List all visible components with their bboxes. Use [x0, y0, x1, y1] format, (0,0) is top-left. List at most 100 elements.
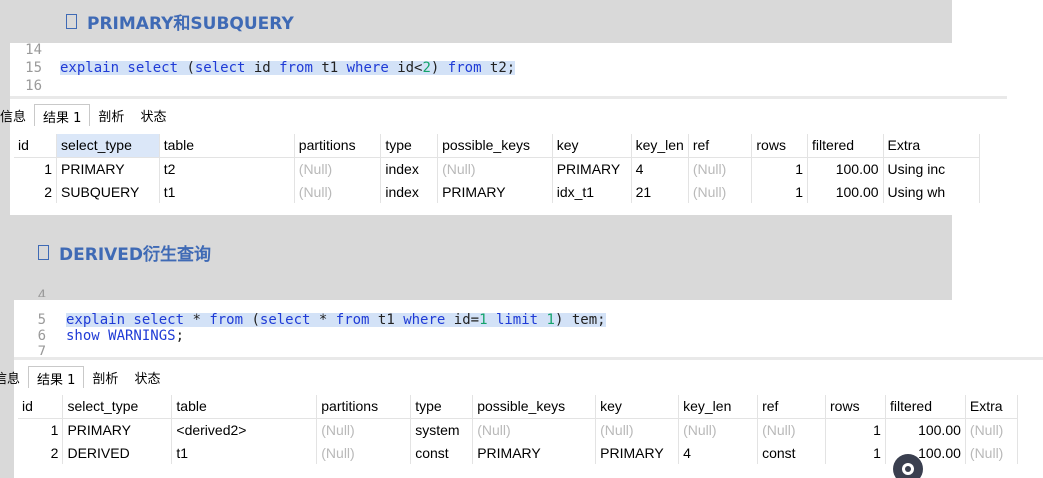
result-grid-1: id select_type table partitions type pos…	[14, 134, 981, 203]
line-number: 4	[37, 289, 46, 297]
cell-type[interactable]: index	[380, 157, 439, 180]
cell-ref[interactable]: const	[757, 441, 827, 464]
tab-status[interactable]: 状态	[132, 104, 174, 126]
column-header[interactable]: key_len	[631, 134, 689, 158]
cell-possible-keys[interactable]: PRIMARY	[437, 180, 553, 203]
column-header[interactable]: key_len	[678, 395, 759, 419]
cell-select-type[interactable]: DERIVED	[62, 441, 173, 464]
cell-key-len[interactable]: 4	[678, 441, 759, 464]
cell-partitions[interactable]: (Null)	[316, 441, 412, 464]
column-header[interactable]: rows	[825, 395, 886, 419]
column-header[interactable]: filtered	[885, 395, 966, 419]
cell-select-type[interactable]: SUBQUERY	[56, 180, 160, 203]
cell-possible-keys[interactable]: PRIMARY	[472, 441, 597, 464]
column-header[interactable]: key	[595, 395, 680, 419]
tab-info[interactable]: 信息	[0, 366, 28, 388]
column-header[interactable]: partitions	[316, 395, 412, 419]
tab-result-1[interactable]: 结果 1	[34, 104, 91, 126]
cell-key[interactable]: (Null)	[595, 418, 680, 441]
cell-key[interactable]: idx_t1	[552, 180, 632, 203]
cell-table[interactable]: t1	[171, 441, 318, 464]
cell-ref[interactable]: (Null)	[688, 180, 753, 203]
tab-profile[interactable]: 剖析	[90, 104, 132, 126]
cell-filtered[interactable]: 100.00	[807, 180, 884, 203]
column-header[interactable]: table	[159, 134, 295, 158]
cell-id[interactable]: 2	[18, 441, 64, 464]
sql-statement[interactable]: explain select (select id from t1 where …	[60, 61, 516, 75]
cell-select-type[interactable]: PRIMARY	[56, 157, 160, 180]
cell-key[interactable]: PRIMARY	[595, 441, 680, 464]
column-header[interactable]: id	[14, 134, 58, 158]
column-header[interactable]: rows	[751, 134, 809, 158]
column-header[interactable]: filtered	[807, 134, 884, 158]
column-header[interactable]: type	[380, 134, 439, 158]
cell-key-len[interactable]: 4	[631, 157, 689, 180]
table-row[interactable]: 2 DERIVED t1 (Null) const PRIMARY PRIMAR…	[18, 441, 1019, 464]
cell-type[interactable]: system	[410, 418, 474, 441]
splitter[interactable]	[10, 96, 1007, 99]
cell-select-type[interactable]: PRIMARY	[62, 418, 173, 441]
cell-rows[interactable]: 1	[825, 441, 886, 464]
cell-extra[interactable]: Using inc	[883, 157, 981, 180]
cell-table[interactable]: t2	[159, 157, 295, 180]
column-header[interactable]: possible_keys	[437, 134, 553, 158]
cell-rows[interactable]: 1	[751, 180, 809, 203]
cell-id[interactable]: 1	[18, 418, 64, 441]
cell-table[interactable]: <derived2>	[171, 418, 318, 441]
sql-editor-1[interactable]: 14 15 explain select (select id from t1 …	[10, 43, 1007, 95]
cell-ref[interactable]: (Null)	[688, 157, 753, 180]
floating-action-icon	[902, 463, 914, 475]
column-header[interactable]: type	[410, 395, 474, 419]
cell-extra[interactable]: Using wh	[883, 180, 981, 203]
cell-rows[interactable]: 1	[825, 418, 886, 441]
cell-filtered[interactable]: 100.00	[885, 418, 966, 441]
sql-editor-2[interactable]: 4 5 explain select * from (select * from…	[14, 289, 1043, 355]
cell-partitions[interactable]: (Null)	[294, 180, 382, 203]
cell-possible-keys[interactable]: (Null)	[437, 157, 553, 180]
cell-id[interactable]: 2	[14, 180, 58, 203]
cell-key-len[interactable]: (Null)	[678, 418, 759, 441]
section-title: DERIVED衍生查询	[59, 245, 212, 265]
cell-partitions[interactable]: (Null)	[294, 157, 382, 180]
sql-statement[interactable]: explain select * from (select * from t1 …	[66, 313, 606, 327]
column-header[interactable]: key	[552, 134, 632, 158]
cell-extra[interactable]: (Null)	[965, 441, 1019, 464]
cell-table[interactable]: t1	[159, 180, 295, 203]
line-number: 14	[25, 42, 42, 58]
result-tabs-2: 信息 结果 1 剖析 状态	[0, 366, 168, 388]
tab-profile[interactable]: 剖析	[84, 366, 126, 388]
line-number: 5	[37, 312, 46, 328]
tab-status[interactable]: 状态	[126, 366, 168, 388]
tab-info[interactable]: 信息	[0, 104, 34, 126]
table-row[interactable]: 2 SUBQUERY t1 (Null) index PRIMARY idx_t…	[14, 180, 981, 203]
cell-key[interactable]: PRIMARY	[552, 157, 632, 180]
cell-extra[interactable]: (Null)	[965, 418, 1019, 441]
cell-ref[interactable]: (Null)	[757, 418, 827, 441]
cell-key-len[interactable]: 21	[631, 180, 689, 203]
column-header[interactable]: possible_keys	[472, 395, 597, 419]
cell-filtered[interactable]: 100.00	[807, 157, 884, 180]
column-header[interactable]: ref	[757, 395, 827, 419]
column-header[interactable]: partitions	[294, 134, 382, 158]
column-header[interactable]: Extra	[883, 134, 981, 158]
result-grid-2: id select_type table partitions type pos…	[18, 395, 1019, 464]
floating-action-button[interactable]	[893, 454, 923, 478]
cell-possible-keys[interactable]: (Null)	[472, 418, 597, 441]
cell-type[interactable]: index	[380, 180, 439, 203]
column-header[interactable]: select_type	[56, 134, 160, 158]
column-header[interactable]: ref	[688, 134, 753, 158]
table-row[interactable]: 1 PRIMARY t2 (Null) index (Null) PRIMARY…	[14, 157, 981, 180]
cell-partitions[interactable]: (Null)	[316, 418, 412, 441]
column-header[interactable]: Extra	[965, 395, 1019, 419]
table-row[interactable]: 1 PRIMARY <derived2> (Null) system (Null…	[18, 418, 1019, 441]
splitter[interactable]	[14, 357, 1043, 360]
cell-type[interactable]: const	[410, 441, 474, 464]
sql-statement[interactable]: show WARNINGS;	[66, 329, 184, 343]
column-header[interactable]: id	[18, 395, 64, 419]
column-header[interactable]: table	[171, 395, 318, 419]
tab-result-1[interactable]: 结果 1	[28, 366, 85, 388]
cell-rows[interactable]: 1	[751, 157, 809, 180]
cell-id[interactable]: 1	[14, 157, 58, 180]
column-header[interactable]: select_type	[62, 395, 173, 419]
section-heading-derived: DERIVED衍生查询	[38, 240, 211, 265]
